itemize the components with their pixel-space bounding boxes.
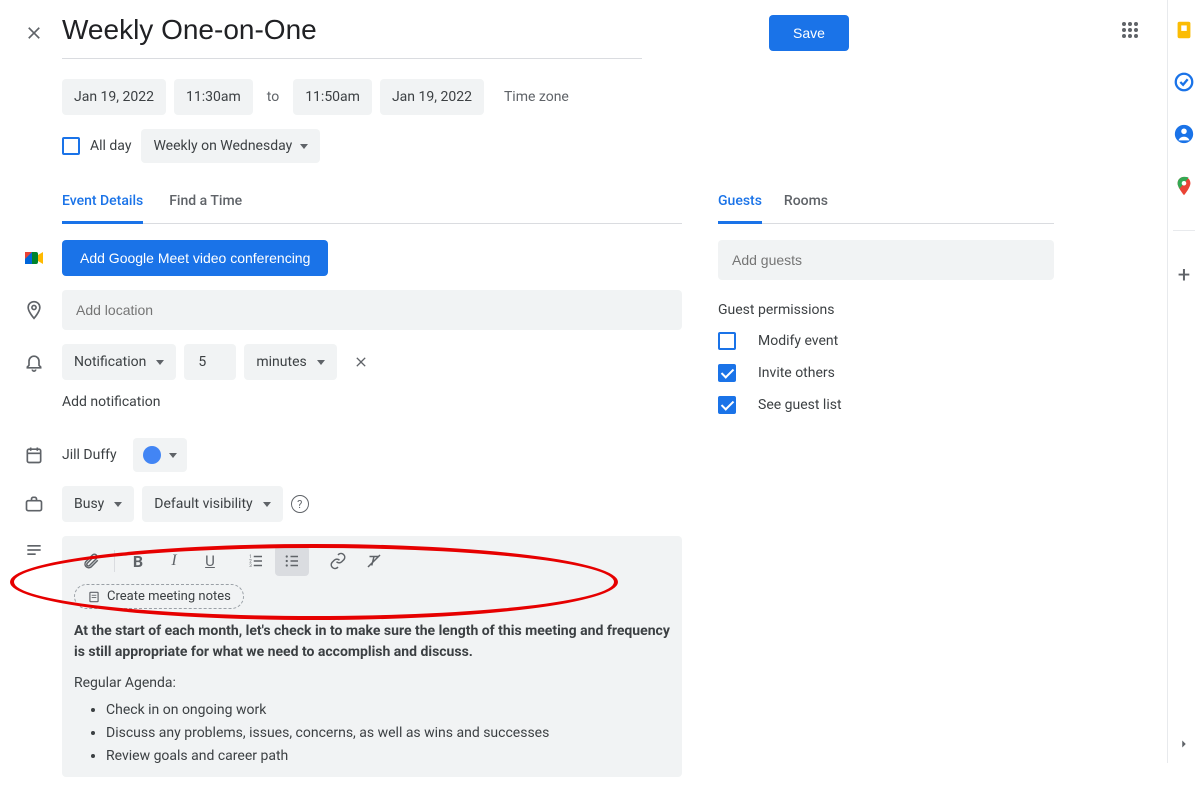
add-meet-button[interactable]: Add Google Meet video conferencing <box>62 240 328 276</box>
start-date-chip[interactable]: Jan 19, 2022 <box>62 79 166 115</box>
list-item: Review goals and career path <box>106 746 670 767</box>
clear-format-icon[interactable] <box>357 546 391 576</box>
availability-select[interactable]: Busy <box>62 486 134 522</box>
italic-icon[interactable]: I <box>157 546 191 576</box>
tasks-icon[interactable] <box>1172 70 1196 94</box>
bell-icon <box>22 352 46 372</box>
recurrence-label: Weekly on Wednesday <box>153 138 292 154</box>
agenda-heading: Regular Agenda: <box>74 673 670 694</box>
end-time-chip[interactable]: 11:50am <box>293 79 372 115</box>
remove-notification-icon[interactable] <box>345 354 377 370</box>
agenda-list: Check in on ongoing work Discuss any pro… <box>106 700 670 767</box>
chevron-down-icon <box>317 360 325 365</box>
recurrence-select[interactable]: Weekly on Wednesday <box>141 129 320 163</box>
guest-permissions-heading: Guest permissions <box>718 302 1054 318</box>
bold-icon[interactable]: B <box>121 546 155 576</box>
bulleted-list-icon[interactable] <box>275 546 309 576</box>
modify-event-label: Modify event <box>758 333 838 349</box>
end-date-chip[interactable]: Jan 19, 2022 <box>380 79 484 115</box>
list-item: Discuss any problems, issues, concerns, … <box>106 723 670 744</box>
contacts-icon[interactable] <box>1172 122 1196 146</box>
invite-others-checkbox[interactable] <box>718 364 736 382</box>
description-editor[interactable]: B I U 123 Create meeting not <box>62 536 682 777</box>
maps-icon[interactable] <box>1172 174 1196 198</box>
underline-icon[interactable]: U <box>193 546 227 576</box>
list-item: Check in on ongoing work <box>106 700 670 721</box>
notes-icon <box>87 590 101 604</box>
attach-icon[interactable] <box>74 546 108 576</box>
link-icon[interactable] <box>321 546 355 576</box>
modify-event-checkbox[interactable] <box>718 332 736 350</box>
see-guest-list-checkbox[interactable] <box>718 396 736 414</box>
chevron-down-icon <box>300 144 308 149</box>
briefcase-icon <box>22 494 46 514</box>
add-guests-input[interactable] <box>718 240 1054 280</box>
numbered-list-icon[interactable]: 123 <box>239 546 273 576</box>
notification-unit-select[interactable]: minutes <box>244 344 336 380</box>
apps-icon[interactable] <box>1121 21 1145 45</box>
chevron-down-icon <box>114 502 122 507</box>
tab-find-time[interactable]: Find a Time <box>169 193 242 223</box>
calendar-icon <box>22 445 46 465</box>
close-icon[interactable] <box>22 21 46 45</box>
location-input[interactable] <box>62 290 682 330</box>
description-bold-text: At the start of each month, let's check … <box>74 621 670 663</box>
add-notification-link[interactable]: Add notification <box>62 394 161 410</box>
keep-icon[interactable] <box>1172 18 1196 42</box>
visibility-select[interactable]: Default visibility <box>142 486 282 522</box>
calendar-owner: Jill Duffy <box>62 447 117 463</box>
help-icon[interactable]: ? <box>291 495 309 513</box>
svg-text:3: 3 <box>249 563 252 569</box>
invite-others-label: Invite others <box>758 365 835 381</box>
tab-event-details[interactable]: Event Details <box>62 193 143 224</box>
timezone-link[interactable]: Time zone <box>504 89 569 105</box>
start-time-chip[interactable]: 11:30am <box>174 79 253 115</box>
tab-guests[interactable]: Guests <box>718 193 762 224</box>
event-title-input[interactable] <box>62 14 423 52</box>
collapse-panel-icon[interactable] <box>1177 737 1191 751</box>
google-meet-icon <box>22 246 46 270</box>
chevron-down-icon <box>169 453 177 458</box>
save-button[interactable]: Save <box>769 15 849 51</box>
color-dot <box>143 446 161 464</box>
description-icon <box>22 536 46 560</box>
add-panel-icon[interactable]: + <box>1178 263 1190 288</box>
to-label: to <box>267 89 279 105</box>
allday-label: All day <box>90 138 131 154</box>
tab-rooms[interactable]: Rooms <box>784 193 828 223</box>
chevron-down-icon <box>156 360 164 365</box>
allday-checkbox[interactable] <box>62 137 80 155</box>
notification-value-input[interactable]: 5 <box>184 344 236 380</box>
create-meeting-notes-button[interactable]: Create meeting notes <box>74 584 244 609</box>
location-icon <box>22 300 46 320</box>
see-guest-list-label: See guest list <box>758 397 842 413</box>
event-color-select[interactable] <box>133 438 187 472</box>
notification-type-select[interactable]: Notification <box>62 344 176 380</box>
chevron-down-icon <box>263 502 271 507</box>
